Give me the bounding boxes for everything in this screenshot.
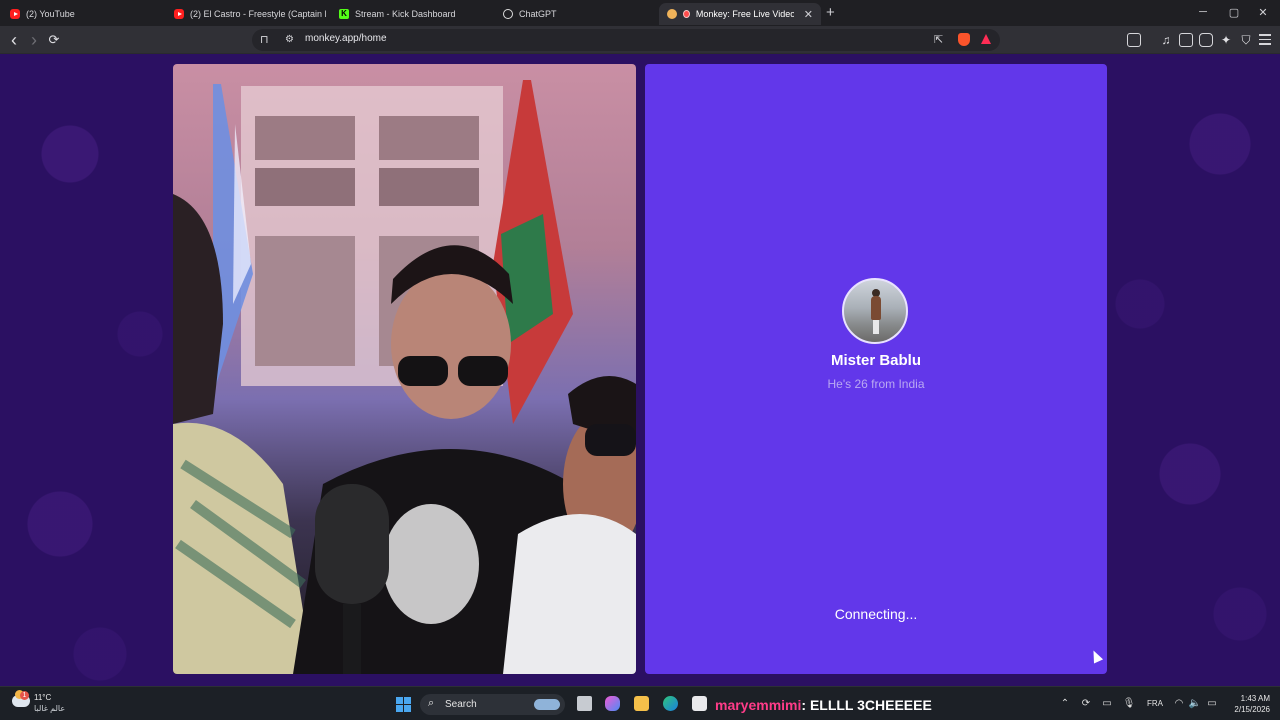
language-indicator[interactable]: FRA [1147,699,1163,708]
avatar-figure-body [871,296,881,320]
monkey-icon [667,9,677,19]
edge-icon[interactable] [663,696,678,711]
minimize-button[interactable]: ─ [1195,6,1211,18]
brave-shields-icon[interactable] [958,33,970,46]
share-icon[interactable]: ⇱ [934,33,943,47]
windows-taskbar: 1 11°C عالم غالبا ⌕ Search maryemmimi: E… [0,686,1280,720]
wallet-icon[interactable] [1199,33,1213,47]
reload-button[interactable]: ⟳ [46,32,62,48]
tab-chatgpt[interactable]: ChatGPT [495,3,655,25]
menu-icon[interactable] [1259,34,1271,48]
partner-avatar [842,278,908,344]
weather-description[interactable]: عالم غالبا [34,704,65,713]
brave-rewards-icon[interactable] [981,34,991,44]
partner-info: He's 26 from India [827,377,925,391]
stream-chat-overlay: maryemmimi: ELLLL 3CHEEEEE [715,697,932,713]
tab-label: (2) YouTube [26,9,75,19]
maximize-button[interactable]: ▢ [1226,6,1242,19]
tab-monkey[interactable]: Monkey: Free Live Video Chat ✕ [659,3,821,25]
wifi-icon[interactable]: ◠ [1172,698,1186,709]
taskbar-search[interactable]: ⌕ Search [420,694,565,715]
monkey-page: Mister Bablu He's 26 from India Connecti… [0,54,1280,686]
connecting-status: Connecting... [834,606,918,622]
close-window-button[interactable]: ✕ [1255,6,1271,19]
leo-ai-icon[interactable]: ✦ [1218,32,1234,48]
recording-icon [683,10,690,18]
search-label: Search [445,699,477,710]
site-info-icon[interactable]: ⚙ [285,33,294,47]
microphone-icon[interactable]: 🎙 [1122,698,1136,709]
vpn-shield-icon[interactable]: ⛉ [1238,32,1254,48]
url-text[interactable]: monkey.app/home [305,33,387,44]
bookmark-icon[interactable]: ⊓ [260,33,269,47]
webcam-image [173,80,636,674]
tab-label: Monkey: Free Live Video Chat [695,9,794,19]
tab-el-castro[interactable]: (2) El Castro - Freestyle (Captain Rem [166,3,326,25]
chatgpt-icon [503,9,513,19]
tab-label: ChatGPT [519,9,557,19]
screenshot-icon[interactable] [1127,33,1141,47]
tab-label: Stream - Kick Dashboard [355,9,456,19]
back-button[interactable]: ‹ [6,31,22,49]
volume-icon[interactable]: 🔈 [1188,698,1202,709]
tab-kick-dashboard[interactable]: K Stream - Kick Dashboard [331,3,491,25]
clock-time[interactable]: 1:43 AM [1228,694,1270,703]
kick-icon: K [339,9,349,19]
forward-button[interactable]: › [26,31,42,49]
copilot-icon[interactable] [605,696,620,711]
media-icon[interactable]: ♫ [1158,32,1174,48]
address-bar[interactable]: ⊓ ⚙ monkey.app/home ⇱ [252,29,1000,51]
new-tab-button[interactable]: + [826,5,835,21]
task-view-icon[interactable] [577,696,592,711]
file-explorer-icon[interactable] [634,696,649,711]
weather-temp[interactable]: 11°C [34,693,51,702]
self-video-feed [173,64,636,674]
windows-start-icon[interactable] [396,697,411,712]
search-highlight-icon [534,699,560,710]
sidebar-icon[interactable] [1179,33,1193,47]
store-icon[interactable] [692,696,707,711]
avatar-figure-legs [873,320,879,334]
tray-app-icon[interactable]: ▭ [1100,698,1114,709]
tab-label: (2) El Castro - Freestyle (Captain Rem [190,9,326,19]
youtube-icon [10,9,20,19]
tab-youtube[interactable]: (2) YouTube [2,3,162,25]
chevron-up-icon[interactable]: ⌃ [1058,698,1072,709]
tab-strip: (2) YouTube (2) El Castro - Freestyle (C… [0,0,1280,26]
chat-username: maryemmimi [715,697,802,713]
search-icon: ⌕ [428,697,435,709]
sync-icon[interactable]: ⟳ [1079,698,1093,709]
partner-name: Mister Bablu [830,352,921,369]
match-card: Mister Bablu He's 26 from India Connecti… [645,64,1107,674]
browser-toolbar: ‹ › ⟳ ⊓ ⚙ monkey.app/home ⇱ ♫ ✦ ⛉ [0,26,1280,54]
weather-badge: 1 [20,691,29,700]
clock-date[interactable]: 2/15/2026 [1222,705,1270,714]
battery-icon[interactable]: ▭ [1205,698,1219,709]
close-tab-icon[interactable]: ✕ [800,8,813,21]
youtube-icon [174,9,184,19]
chat-message: : ELLLL 3CHEEEEE [801,697,932,713]
